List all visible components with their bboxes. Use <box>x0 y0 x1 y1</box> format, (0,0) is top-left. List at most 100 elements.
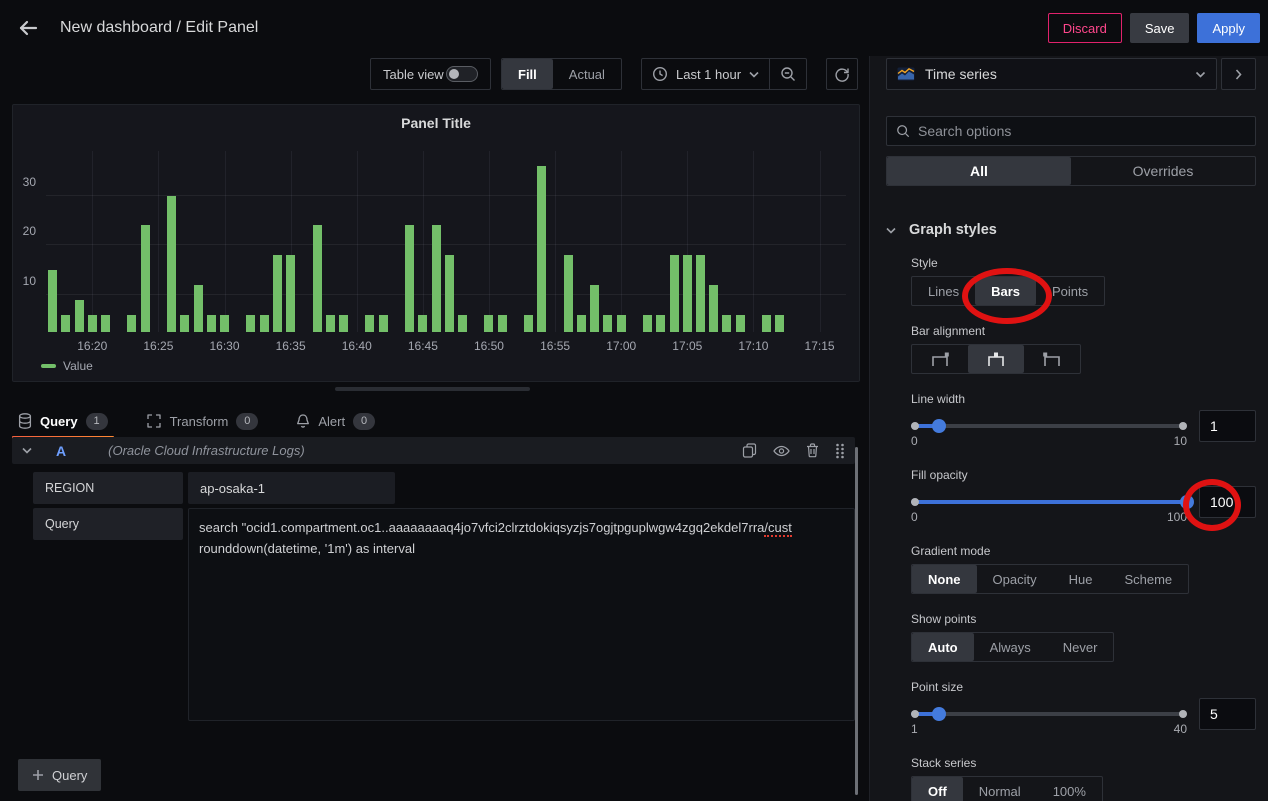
tab-query[interactable]: Query 1 <box>12 405 114 437</box>
option-always[interactable]: Always <box>974 633 1047 661</box>
chart-bar[interactable] <box>194 285 203 332</box>
point-size-input[interactable]: 5 <box>1199 698 1256 730</box>
point-size-slider[interactable]: 1 40 <box>911 698 1187 738</box>
chart-bar[interactable] <box>127 315 136 332</box>
collapse-chevron-icon[interactable] <box>22 447 32 454</box>
duplicate-query-icon[interactable] <box>742 443 757 458</box>
chart-bar[interactable] <box>405 225 414 332</box>
chart-bar[interactable] <box>220 315 229 332</box>
bar-align-after-button[interactable] <box>1024 345 1080 373</box>
chart-bar[interactable] <box>286 255 295 332</box>
chart-bar[interactable] <box>458 315 467 332</box>
chart-bar[interactable] <box>75 300 84 332</box>
chart-bar[interactable] <box>379 315 388 332</box>
tab-alert[interactable]: Alert 0 <box>290 405 381 437</box>
option-fill[interactable]: Fill <box>502 59 553 89</box>
drag-handle-icon[interactable] <box>835 443 845 459</box>
bar-align-before-button[interactable] <box>912 345 968 373</box>
chart-bar[interactable] <box>339 315 348 332</box>
slider-track[interactable] <box>911 712 1187 716</box>
chart-bar[interactable] <box>736 315 745 332</box>
chart-bar[interactable] <box>432 225 441 332</box>
fill-opacity-input[interactable]: 100 <box>1199 486 1256 518</box>
save-button[interactable]: Save <box>1130 13 1190 43</box>
chart-bar[interactable] <box>709 285 718 332</box>
collapse-options-button[interactable] <box>1221 58 1256 90</box>
graph-styles-section-header[interactable]: Graph styles <box>886 222 1256 238</box>
line-width-input[interactable]: 1 <box>1199 410 1256 442</box>
option-never[interactable]: Never <box>1047 633 1114 661</box>
chart-bar[interactable] <box>88 315 97 332</box>
bar-align-center-button[interactable] <box>968 345 1024 373</box>
chart-bar[interactable] <box>445 255 454 332</box>
region-field-value[interactable]: ap-osaka-1 <box>188 472 395 504</box>
chart-bar[interactable] <box>722 315 731 332</box>
slider-track[interactable] <box>911 500 1187 504</box>
fill-opacity-slider[interactable]: 0 100 <box>911 486 1187 526</box>
time-range-picker[interactable]: Last 1 hour <box>642 59 769 89</box>
line-width-slider[interactable]: 0 10 <box>911 410 1187 450</box>
chart-bar[interactable] <box>326 315 335 332</box>
option-hue[interactable]: Hue <box>1053 565 1109 593</box>
toggle-visibility-icon[interactable] <box>773 445 790 457</box>
option-overrides[interactable]: Overrides <box>1071 157 1255 185</box>
chart-bar[interactable] <box>564 255 573 332</box>
chart-bar[interactable] <box>683 255 692 332</box>
option-bars[interactable]: Bars <box>975 277 1036 305</box>
delete-query-icon[interactable] <box>806 443 819 458</box>
add-query-button[interactable]: Query <box>18 759 101 791</box>
options-search-input[interactable] <box>918 123 1246 139</box>
chart-bar[interactable] <box>418 315 427 332</box>
chart-bar[interactable] <box>260 315 269 332</box>
chart-bar[interactable] <box>643 315 652 332</box>
chart-bar[interactable] <box>313 225 322 332</box>
chart-bar[interactable] <box>656 315 665 332</box>
slider-track[interactable] <box>911 424 1187 428</box>
chart-bar[interactable] <box>577 315 586 332</box>
slider-handle[interactable] <box>932 419 946 433</box>
option-lines[interactable]: Lines <box>912 277 975 305</box>
chart-bar[interactable] <box>484 315 493 332</box>
chart-bar[interactable] <box>365 315 374 332</box>
chart-bar[interactable] <box>246 315 255 332</box>
option-actual[interactable]: Actual <box>553 59 621 89</box>
chart-bar[interactable] <box>273 255 282 332</box>
chart-bar[interactable] <box>207 315 216 332</box>
chart-bar[interactable] <box>537 166 546 332</box>
refresh-button[interactable] <box>826 58 858 90</box>
query-row-header[interactable]: A (Oracle Cloud Infrastructure Logs) <box>12 437 855 464</box>
option-all[interactable]: All <box>887 157 1071 185</box>
option-normal[interactable]: Normal <box>963 777 1037 801</box>
back-arrow-icon[interactable] <box>16 16 40 40</box>
chart-bar[interactable] <box>48 270 57 332</box>
tab-transform[interactable]: Transform 0 <box>140 405 265 437</box>
option-opacity[interactable]: Opacity <box>977 565 1053 593</box>
option-100-[interactable]: 100% <box>1037 777 1102 801</box>
option-none[interactable]: None <box>912 565 977 593</box>
chart-bar[interactable] <box>101 315 110 332</box>
chart-bar[interactable] <box>498 315 507 332</box>
left-pane-scrollbar[interactable] <box>855 447 858 795</box>
chart-bar[interactable] <box>762 315 771 332</box>
chart-bar[interactable] <box>696 255 705 332</box>
query-ref-id[interactable]: A <box>56 443 66 459</box>
chart-bar[interactable] <box>617 315 626 332</box>
option-off[interactable]: Off <box>912 777 963 801</box>
slider-handle[interactable] <box>1180 495 1194 509</box>
slider-handle[interactable] <box>932 707 946 721</box>
chart-bar[interactable] <box>167 196 176 332</box>
chart-bar[interactable] <box>670 255 679 332</box>
chart-bar[interactable] <box>141 225 150 332</box>
zoom-out-button[interactable] <box>770 59 806 89</box>
pane-resize-handle[interactable] <box>335 387 530 391</box>
discard-button[interactable]: Discard <box>1048 13 1122 43</box>
chart-bar[interactable] <box>61 315 70 332</box>
chart-bar[interactable] <box>180 315 189 332</box>
chart-bar[interactable] <box>603 315 612 332</box>
chart-bar[interactable] <box>775 315 784 332</box>
query-text-input[interactable]: search "ocid1.compartment.oc1..aaaaaaaaq… <box>188 508 855 721</box>
legend-item[interactable]: Value <box>41 359 93 373</box>
chart-bar[interactable] <box>524 315 533 332</box>
visualization-panel[interactable]: Panel Title 10203016:2016:2516:3016:3516… <box>12 104 860 382</box>
option-scheme[interactable]: Scheme <box>1108 565 1188 593</box>
